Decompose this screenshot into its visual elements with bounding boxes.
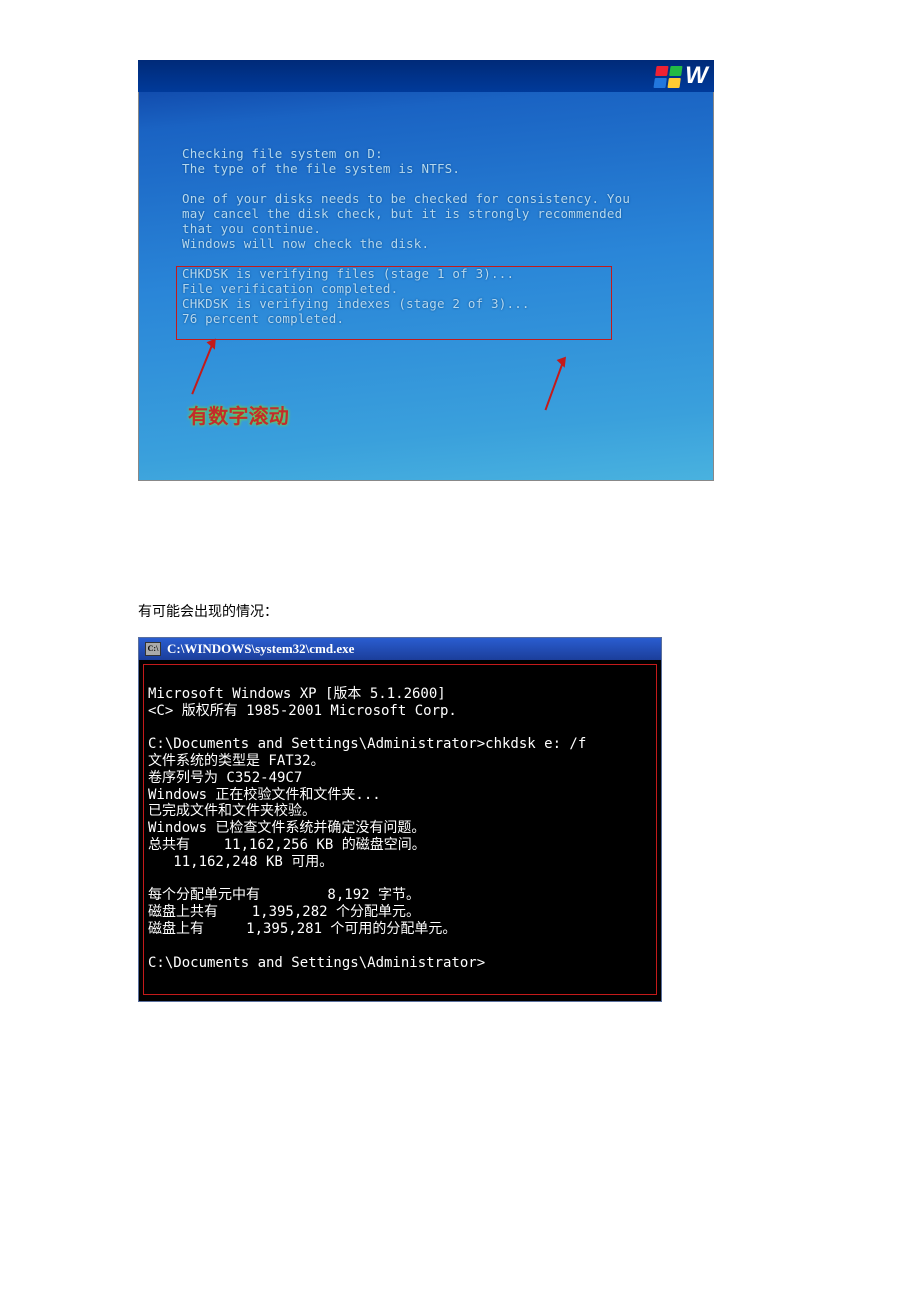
- cmd-line: 卷序列号为 C352-49C7: [148, 770, 302, 786]
- chkdsk-line: may cancel the disk check, but it is str…: [182, 206, 674, 221]
- cmd-line: 已完成文件和文件夹校验。: [148, 803, 316, 819]
- cmd-line: Windows 已检查文件系统并确定没有问题。: [148, 820, 425, 836]
- annotation-arrowhead-icon: [557, 357, 570, 370]
- cmd-line: 磁盘上有 1,395,281 个可用的分配单元。: [148, 921, 456, 937]
- windows-logo-icon: W: [655, 62, 708, 90]
- windows-logo-letter: W: [685, 62, 708, 89]
- cmd-line: Microsoft Windows XP [版本 5.1.2600]: [148, 686, 446, 702]
- cmd-line: [148, 871, 156, 887]
- chkdsk-line: Windows will now check the disk.: [182, 236, 674, 251]
- cmd-line: [148, 719, 156, 735]
- cmd-output: Microsoft Windows XP [版本 5.1.2600] <C> 版…: [143, 664, 657, 995]
- cmd-titlebar-icon: C:\: [145, 642, 161, 656]
- cmd-title-text: C:\WINDOWS\system32\cmd.exe: [167, 641, 354, 657]
- cmd-line: C:\Documents and Settings\Administrator>…: [148, 736, 586, 752]
- cmd-titlebar: C:\ C:\WINDOWS\system32\cmd.exe: [139, 638, 661, 660]
- cmd-line: 磁盘上共有 1,395,282 个分配单元。: [148, 904, 420, 920]
- cmd-line: 总共有 11,162,256 KB 的磁盘空间。: [148, 837, 426, 853]
- caption-text: 有可能会出现的情况：: [138, 601, 920, 621]
- chkdsk-line: Checking file system on D:: [182, 146, 674, 161]
- windows-boot-header: W: [138, 60, 714, 92]
- chkdsk-screenshot: W Checking file system on D: The type of…: [138, 60, 714, 481]
- cmd-line: <C> 版权所有 1985-2001 Microsoft Corp.: [148, 703, 457, 719]
- cmd-line: C:\Documents and Settings\Administrator>: [148, 955, 485, 971]
- chkdsk-line: The type of the file system is NTFS.: [182, 161, 674, 176]
- windows-flag-icon: [654, 66, 683, 88]
- chkdsk-line: that you continue.: [182, 221, 674, 236]
- cmd-line: Windows 正在校验文件和文件夹...: [148, 787, 381, 803]
- cmd-line: [148, 938, 156, 954]
- cmd-screenshot: C:\ C:\WINDOWS\system32\cmd.exe Microsof…: [138, 637, 662, 1002]
- highlight-box: [176, 266, 612, 340]
- annotation-text: 有数字滚动: [188, 400, 289, 429]
- cmd-line: 11,162,248 KB 可用。: [148, 854, 333, 870]
- chkdsk-line: One of your disks needs to be checked fo…: [182, 191, 674, 206]
- document-page: W Checking file system on D: The type of…: [0, 0, 920, 1062]
- cmd-line: 每个分配单元中有 8,192 字节。: [148, 887, 420, 903]
- cmd-line: 文件系统的类型是 FAT32。: [148, 753, 325, 769]
